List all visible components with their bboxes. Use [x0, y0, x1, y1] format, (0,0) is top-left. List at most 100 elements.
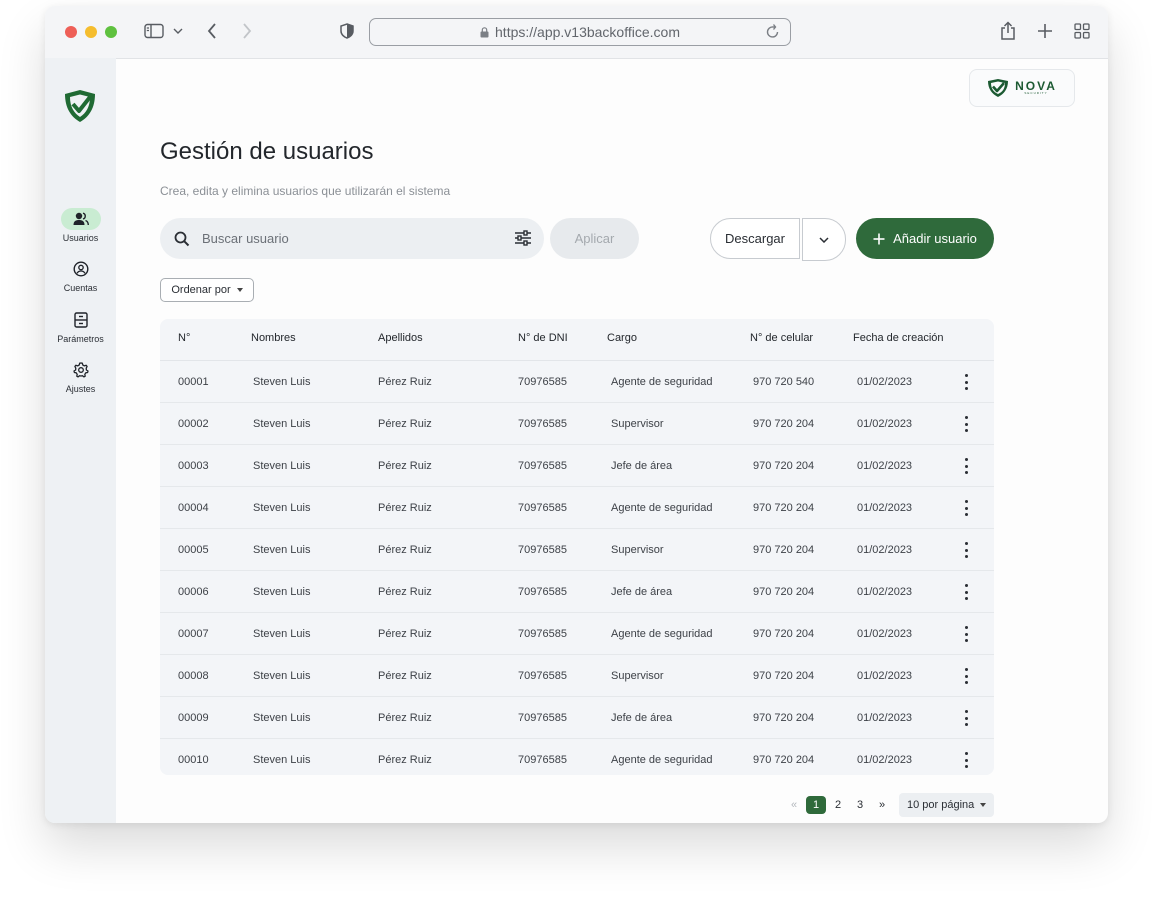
cell-number: 00008: [178, 670, 209, 682]
cell-first-name: Steven Luis: [253, 628, 311, 640]
sidebar-toggle-icon[interactable]: [143, 20, 165, 42]
page-button-1[interactable]: 1: [806, 796, 826, 814]
zoom-window-button[interactable]: [105, 26, 117, 38]
tab-overview-icon[interactable]: [1072, 20, 1092, 42]
page-button-3[interactable]: 3: [849, 799, 871, 811]
column-header: N°: [178, 332, 191, 344]
cell-last-name: Pérez Ruiz: [378, 418, 432, 430]
table-row[interactable]: 00002 Steven Luis Pérez Ruiz 70976585 Superv…: [160, 403, 994, 445]
cell-role: Agente de seguridad: [611, 376, 713, 388]
sidebar-item-label: Cuentas: [63, 283, 98, 293]
cell-role: Agente de seguridad: [611, 628, 713, 640]
cell-number: 00004: [178, 502, 209, 514]
back-icon[interactable]: [203, 20, 221, 42]
shield-privacy-icon[interactable]: [336, 20, 358, 42]
brand-name: NOVA: [1015, 79, 1057, 93]
cell-last-name: Pérez Ruiz: [378, 502, 432, 514]
cell-role: Jefe de área: [611, 712, 673, 724]
cell-created-date: 01/02/2023: [857, 460, 913, 472]
table-row[interactable]: 00010 Steven Luis Pérez Ruiz 70976585 Agente…: [160, 739, 994, 775]
sidebar-item-label: Parámetros: [57, 334, 104, 344]
account-circle-icon: [61, 258, 101, 280]
cell-phone: 970 720 204: [753, 628, 815, 640]
cell-created-date: 01/02/2023: [857, 670, 913, 682]
cell-first-name: Steven Luis: [253, 544, 311, 556]
browser-window: https://app.v13backoffice.com Usuarios C…: [45, 6, 1108, 823]
search-input[interactable]: [200, 230, 494, 247]
download-button[interactable]: Descargar: [710, 218, 800, 259]
sidebar: Usuarios Cuentas Parámetros Ajustes: [45, 58, 116, 823]
table-row[interactable]: 00003 Steven Luis Pérez Ruiz 70976585 Jefe d…: [160, 445, 994, 487]
cell-phone: 970 720 204: [753, 712, 815, 724]
cell-last-name: Pérez Ruiz: [378, 376, 432, 388]
new-tab-icon[interactable]: [1035, 20, 1055, 42]
share-icon[interactable]: [999, 20, 1017, 42]
cell-created-date: 01/02/2023: [857, 754, 913, 766]
chevron-down-icon: [819, 236, 829, 243]
cell-role: Jefe de área: [611, 460, 673, 472]
column-header: N° de celular: [750, 332, 814, 344]
app-logo-icon[interactable]: [62, 88, 98, 129]
column-header: Apellidos: [378, 332, 423, 344]
close-window-button[interactable]: [65, 26, 77, 38]
cell-number: 00007: [178, 628, 209, 640]
more-options-icon[interactable]: [960, 668, 972, 684]
more-options-icon[interactable]: [960, 458, 972, 474]
last-page-button[interactable]: »: [871, 799, 893, 811]
filter-sliders-icon[interactable]: [514, 229, 532, 247]
cell-dni: 70976585: [518, 628, 567, 640]
url-text: https://app.v13backoffice.com: [495, 24, 680, 40]
cell-role: Supervisor: [611, 418, 664, 430]
cell-first-name: Steven Luis: [253, 712, 311, 724]
table-row[interactable]: 00007 Steven Luis Pérez Ruiz 70976585 Agente…: [160, 613, 994, 655]
search-bar: [160, 218, 544, 259]
chevron-down-icon[interactable]: [171, 20, 185, 42]
table-row[interactable]: 00006 Steven Luis Pérez Ruiz 70976585 Jefe d…: [160, 571, 994, 613]
cell-role: Agente de seguridad: [611, 754, 713, 766]
table-row[interactable]: 00004 Steven Luis Pérez Ruiz 70976585 Agente…: [160, 487, 994, 529]
cell-role: Supervisor: [611, 670, 664, 682]
add-user-button[interactable]: Añadir usuario: [856, 218, 994, 259]
column-header: Fecha de creación: [853, 332, 944, 344]
more-options-icon[interactable]: [960, 374, 972, 390]
cell-number: 00006: [178, 586, 209, 598]
table-row[interactable]: 00009 Steven Luis Pérez Ruiz 70976585 Jefe d…: [160, 697, 994, 739]
sidebar-item-ajustes[interactable]: Ajustes: [45, 359, 116, 394]
table-row[interactable]: 00005 Steven Luis Pérez Ruiz 70976585 Superv…: [160, 529, 994, 571]
table-row[interactable]: 00001 Steven Luis Pérez Ruiz 70976585 Agente…: [160, 361, 994, 403]
more-options-icon[interactable]: [960, 542, 972, 558]
forward-icon[interactable]: [238, 20, 256, 42]
reload-icon[interactable]: [766, 23, 780, 39]
cell-dni: 70976585: [518, 754, 567, 766]
sidebar-item-usuarios[interactable]: Usuarios: [45, 208, 116, 243]
more-options-icon[interactable]: [960, 710, 972, 726]
sidebar-item-cuentas[interactable]: Cuentas: [45, 258, 116, 293]
apply-button[interactable]: Aplicar: [550, 218, 639, 259]
more-options-icon[interactable]: [960, 626, 972, 642]
search-icon: [174, 231, 190, 247]
browser-toolbar: https://app.v13backoffice.com: [45, 6, 1108, 59]
page-title: Gestión de usuarios: [160, 138, 374, 165]
page-button-2[interactable]: 2: [827, 799, 849, 811]
plus-icon: [873, 233, 885, 244]
more-options-icon[interactable]: [960, 416, 972, 432]
cell-phone: 970 720 204: [753, 460, 815, 472]
sort-dropdown[interactable]: Ordenar por: [160, 278, 254, 302]
lock-icon: [480, 26, 489, 38]
cell-created-date: 01/02/2023: [857, 544, 913, 556]
more-options-icon[interactable]: [960, 752, 972, 768]
minimize-window-button[interactable]: [85, 26, 97, 38]
more-options-icon[interactable]: [960, 500, 972, 516]
cell-number: 00003: [178, 460, 209, 472]
table-row[interactable]: 00008 Steven Luis Pérez Ruiz 70976585 Superv…: [160, 655, 994, 697]
download-options-button[interactable]: [802, 218, 846, 261]
first-page-button[interactable]: «: [783, 799, 805, 811]
rows-per-page-select[interactable]: 10 por página: [899, 793, 995, 817]
sidebar-item-label: Usuarios: [62, 233, 99, 243]
address-bar[interactable]: https://app.v13backoffice.com: [369, 18, 791, 46]
sidebar-item-parametros[interactable]: Parámetros: [45, 309, 116, 344]
more-options-icon[interactable]: [960, 584, 972, 600]
cell-dni: 70976585: [518, 670, 567, 682]
cell-last-name: Pérez Ruiz: [378, 544, 432, 556]
pagination: « 1 2 3 » 10 por página: [783, 793, 995, 817]
